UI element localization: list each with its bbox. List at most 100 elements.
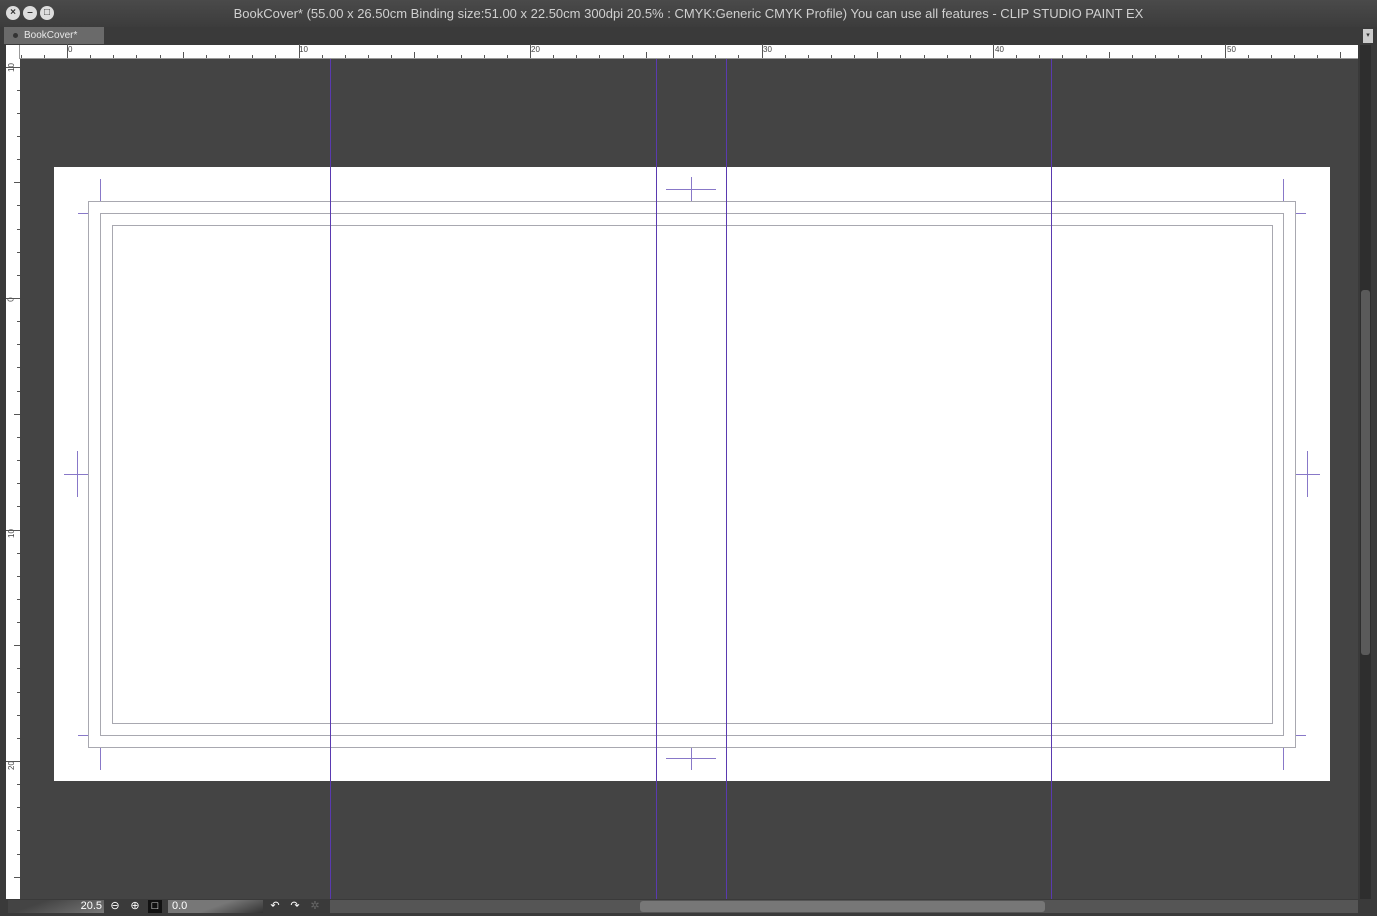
ruler-tick (923, 55, 925, 58)
ruler-tick (1247, 55, 1249, 58)
ruler-label: 20 (531, 45, 540, 54)
ruler-tick (298, 44, 300, 58)
ruler-tick (1085, 55, 1087, 58)
ruler-tick (1293, 55, 1295, 58)
ruler-tick (460, 55, 462, 58)
ruler-tick (506, 55, 508, 58)
maximize-icon[interactable]: □ (40, 6, 54, 20)
ruler-tick (1062, 55, 1064, 58)
zoom-in-icon[interactable]: ⊕ (128, 900, 142, 913)
reset-rotation-icon[interactable]: ✲ (308, 900, 322, 913)
ruler-label: 20 (6, 761, 16, 770)
ruler-tick (414, 52, 416, 58)
safe-frame (112, 225, 1273, 724)
register-mark (691, 748, 692, 770)
book-cover-page[interactable] (54, 167, 1330, 781)
tab-label: BookCover* (24, 30, 78, 41)
crop-mark (78, 735, 88, 736)
status-bar: 20.5 ⊖ ⊕ □ 0.0 ↶ ↷ ✲ (0, 899, 1377, 916)
ruler-tick (1155, 55, 1157, 58)
register-mark (1296, 474, 1320, 475)
register-mark (77, 451, 78, 497)
ruler-label: 40 (995, 45, 1004, 54)
ruler-tick (877, 52, 879, 58)
canvas-area[interactable] (20, 59, 1358, 899)
ruler-tick (90, 55, 92, 58)
ruler-tick (738, 55, 740, 58)
guide-line[interactable] (1051, 59, 1052, 899)
tab-bar: BookCover* (0, 27, 1377, 45)
ruler-tick (761, 44, 763, 58)
register-mark (1307, 451, 1308, 497)
guide-line[interactable] (330, 59, 331, 899)
horizontal-ruler: 0 10 20 30 40 50 (20, 44, 1358, 59)
ruler-tick (113, 55, 115, 58)
ruler-tick (1270, 55, 1272, 58)
title-bar: × – □ BookCover* (55.00 x 26.50cm Bindin… (0, 0, 1377, 27)
zoom-field[interactable]: 20.5 (8, 900, 104, 913)
ruler-tick (367, 55, 369, 58)
tab-menu-button[interactable]: ▾ (1363, 29, 1373, 43)
ruler-tick (321, 55, 323, 58)
ruler-tick (622, 55, 624, 58)
rotate-left-icon[interactable]: ↶ (268, 900, 282, 913)
vertical-scrollbar[interactable] (1360, 45, 1371, 900)
vertical-scroll-thumb[interactable] (1361, 290, 1370, 655)
horizontal-scroll-thumb[interactable] (640, 901, 1045, 912)
ruler-tick (391, 55, 393, 58)
ruler-tick (854, 55, 856, 58)
rotation-field[interactable]: 0.0 (168, 900, 263, 913)
ruler-tick (576, 55, 578, 58)
guide-line[interactable] (726, 59, 727, 899)
ruler-tick (229, 55, 231, 58)
horizontal-scrollbar[interactable] (330, 900, 1358, 913)
ruler-tick (692, 55, 694, 58)
ruler-tick (6, 66, 20, 68)
ruler-tick (1317, 55, 1319, 58)
ruler-tick (900, 55, 902, 58)
ruler-tick (715, 55, 717, 58)
zoom-out-icon[interactable]: ⊖ (108, 900, 122, 913)
ruler-label: 30 (763, 45, 772, 54)
ruler-tick (182, 52, 184, 58)
close-icon[interactable]: × (6, 6, 20, 20)
ruler-tick (946, 55, 948, 58)
ruler-tick (136, 55, 138, 58)
ruler-tick (6, 529, 20, 531)
fit-icon[interactable]: □ (148, 900, 162, 913)
guide-line[interactable] (656, 59, 657, 899)
ruler-tick (1108, 52, 1110, 58)
ruler-tick (437, 55, 439, 58)
ruler-tick (807, 55, 809, 58)
minimize-icon[interactable]: – (23, 6, 37, 20)
ruler-tick (67, 44, 68, 58)
ruler-tick (969, 55, 971, 58)
rotate-right-icon[interactable]: ↷ (288, 900, 302, 913)
ruler-tick (6, 761, 20, 762)
ruler-tick (1224, 44, 1226, 58)
ruler-tick (1201, 55, 1203, 58)
ruler-tick (1131, 55, 1133, 58)
ruler-label: 10 (6, 63, 16, 72)
ruler-tick (344, 55, 346, 58)
ruler-tick (830, 55, 832, 58)
crop-mark (100, 748, 101, 770)
ruler-tick (645, 52, 647, 58)
ruler-tick (1178, 55, 1180, 58)
ruler-label: 10 (299, 45, 308, 54)
tab-bookcover[interactable]: BookCover* (4, 27, 104, 44)
ruler-tick (43, 55, 45, 58)
vertical-ruler: 10 0 10 20 (6, 59, 20, 899)
ruler-tick (530, 44, 531, 58)
ruler-tick (252, 55, 254, 58)
ruler-tick (275, 55, 277, 58)
crop-mark (1296, 735, 1306, 736)
ruler-tick (553, 55, 555, 58)
crop-mark (1283, 179, 1284, 201)
ruler-label: 50 (1227, 45, 1236, 54)
ruler-corner (6, 45, 20, 59)
register-mark (691, 177, 692, 201)
ruler-tick (993, 44, 994, 58)
ruler-tick (6, 298, 20, 299)
ruler-tick (784, 55, 786, 58)
